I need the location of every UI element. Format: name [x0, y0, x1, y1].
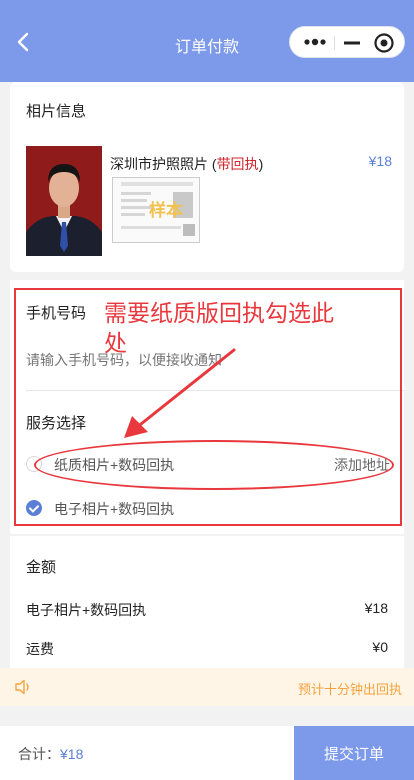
annotation-arrow-icon [124, 348, 236, 438]
more-dots-icon[interactable] [302, 33, 328, 51]
notice-text: 预计十分钟出回执 [297, 682, 402, 697]
receipt-tag: 带回执 [216, 156, 259, 172]
top-nav-bar: 订单付款 [0, 0, 414, 82]
photo-info-title: 相片信息 [26, 103, 87, 120]
speaker-icon [15, 679, 29, 695]
amount-row-value: ¥0 [372, 639, 388, 655]
receipt-sample-thumbnail[interactable]: 样本 [112, 177, 200, 243]
amount-row-label: 运费 [26, 641, 54, 657]
amount-row: 电子相片+数码回执 ¥18 [26, 600, 388, 620]
amount-row-value: ¥18 [364, 600, 388, 616]
amount-title: 金额 [26, 559, 57, 576]
sample-stamp: 样本 [149, 201, 183, 220]
mini-program-capsule [289, 26, 405, 58]
amount-card: 金额 电子相片+数码回执 ¥18 运费 ¥0 [10, 536, 404, 668]
product-name-close: ) [258, 156, 264, 172]
amount-row: 运费 ¥0 [26, 639, 388, 659]
submit-order-button[interactable]: 提交订单 [294, 726, 414, 780]
product-price: ¥18 [368, 153, 392, 169]
order-total: 合计：¥18 [18, 744, 83, 764]
total-value: ¥18 [60, 746, 84, 762]
total-label: 合计： [18, 746, 60, 762]
notice-bar: 预计十分钟出回执 [0, 668, 414, 706]
minimize-icon[interactable] [340, 33, 364, 53]
product-name-text: 深圳市护照照片 ( [110, 156, 217, 172]
checkout-footer: 合计：¥18 提交订单 [0, 726, 414, 780]
close-circle-icon[interactable] [372, 31, 396, 55]
portrait-illustration [26, 146, 102, 256]
amount-row-label: 电子相片+数码回执 [26, 602, 147, 618]
capsule-divider [334, 36, 335, 50]
product-name: 深圳市护照照片 (带回执) [110, 154, 263, 174]
photo-info-card: 相片信息 深圳市护照照片 (带回执) ¥18 样本 [10, 82, 404, 272]
portrait-photo [26, 146, 102, 256]
